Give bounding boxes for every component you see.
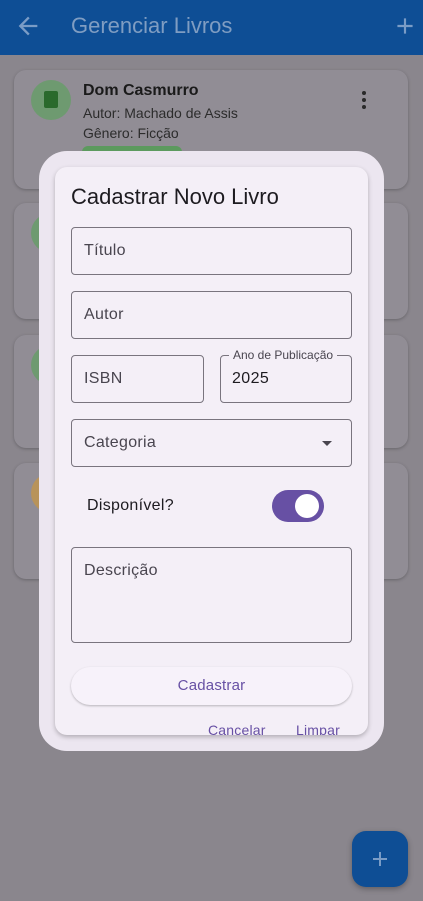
arrow-back-icon[interactable] [14,12,42,40]
publication-year-value: 2025 [232,370,270,387]
page-title: Gerenciar Livros [71,13,233,38]
available-label: Disponível? [87,497,174,514]
cancel-button[interactable]: Cancelar [208,722,266,735]
publication-year-label: Ano de Publicação [229,348,338,362]
title-field-label: Título [84,242,126,259]
description-field[interactable]: Descrição [71,547,352,643]
category-select[interactable]: Categoria [71,419,352,467]
book-genre: Gênero: Ficção [83,125,179,141]
more-vert-icon[interactable] [356,89,372,111]
book-author: Autor: Machado de Assis [83,105,238,121]
app-bar: Gerenciar Livros [0,0,423,55]
author-field-label: Autor [84,306,124,323]
publication-year-field[interactable]: Ano de Publicação 2025 [220,348,352,403]
book-title: Dom Casmurro [83,82,199,99]
dialog-title: Cadastrar Novo Livro [71,184,279,209]
isbn-field[interactable]: ISBN [71,355,204,403]
register-book-dialog: Cadastrar Novo Livro Título Autor ISBN A… [55,167,368,735]
available-toggle[interactable] [272,490,324,522]
clear-button[interactable]: Limpar [296,722,340,735]
book-avatar [31,80,71,120]
title-field[interactable]: Título [71,227,352,275]
submit-button[interactable]: Cadastrar [71,667,352,705]
plus-icon [373,852,387,866]
author-field[interactable]: Autor [71,291,352,339]
isbn-field-label: ISBN [84,370,123,387]
add-book-fab[interactable] [352,831,408,887]
dropdown-arrow-icon [322,441,332,446]
description-field-label: Descrição [84,562,158,579]
toggle-thumb [295,494,319,518]
category-select-label: Categoria [84,434,157,451]
plus-icon[interactable] [392,13,418,39]
book-icon [44,91,58,108]
